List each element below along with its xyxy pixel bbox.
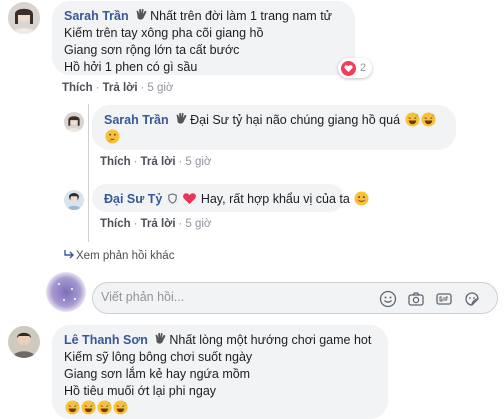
comment-actions: Thích · Trả lời · 5 giờ (62, 82, 174, 94)
grinning-sweat-emoji-icon (113, 400, 128, 415)
reply-bubble: Sarah Trần Đại Sư tỷ hại não chúng giang… (92, 105, 456, 150)
grinning-sweat-emoji-icon (420, 112, 436, 127)
avatar-le-thanh-son[interactable] (8, 326, 40, 358)
reply-composer[interactable] (92, 282, 498, 314)
reply-author[interactable]: Đại Sư Tỷ (104, 192, 162, 206)
sticker-icon[interactable] (463, 290, 481, 308)
comment-line: Nhất lòng một hướng chơi game hot (169, 333, 372, 347)
reply-link[interactable]: Trả lời (103, 82, 138, 94)
comment-line: Kiếm trên tay xông pha cõi giang hồ (64, 26, 264, 40)
like-link[interactable]: Thích (62, 82, 93, 94)
waving-hand-icon (153, 332, 167, 346)
timestamp[interactable]: 5 giờ (185, 218, 211, 230)
reply-text: Hay, rất hợp khẩu vị của ta (200, 192, 350, 206)
reply-input[interactable] (101, 290, 371, 304)
emoji-picker-icon[interactable] (379, 290, 397, 308)
waving-hand-icon (134, 8, 148, 22)
waving-hand-icon (174, 112, 188, 126)
gif-icon[interactable] (435, 290, 453, 308)
comment-author[interactable]: Sarah Trần (64, 9, 129, 23)
camera-icon[interactable] (407, 290, 425, 308)
grinning-sweat-emoji-icon (65, 400, 80, 415)
timestamp[interactable]: 5 giờ (185, 156, 211, 168)
reply-actions: Thích · Trả lời · 5 giờ (100, 218, 212, 230)
like-link[interactable]: Thích (100, 218, 131, 230)
thread-line (88, 104, 89, 242)
reply-text: Đại Sư tỷ hại não chúng giang hồ quá (190, 113, 401, 127)
grinning-sweat-emoji-icon (81, 400, 96, 415)
thinking-emoji-icon (105, 129, 120, 144)
reply-link[interactable]: Trả lời (141, 156, 176, 168)
comment-bubble: Sarah Trần Nhất trên đời làm 1 trang nam… (52, 1, 355, 75)
comment-author[interactable]: Lê Thanh Sơn (64, 333, 148, 347)
avatar-sarah-reply[interactable] (64, 112, 84, 132)
reaction-summary[interactable]: 2 (338, 58, 373, 78)
reply-bubble: Đại Sư Tỷ Hay, rất hợp khẩu vị của ta (92, 184, 369, 212)
reply-actions: Thích · Trả lời · 5 giờ (100, 156, 212, 168)
comment-line: Hồ tiêu muối ớt lại phi ngay (64, 384, 217, 398)
heart-icon (341, 60, 356, 76)
comment-line: Nhất trên đời làm 1 trang nam tử (150, 9, 333, 23)
comment-line: Giang sơn lắm kẻ hay ngứa mồm (64, 367, 251, 381)
heart-icon (182, 191, 197, 206)
grinning-sweat-emoji-icon (404, 112, 420, 127)
comment-line: Hồ hởi 1 phen có gì sầu (64, 60, 198, 74)
my-avatar (44, 270, 88, 314)
smiling-emoji-icon (354, 191, 369, 206)
avatar-sarah[interactable] (8, 2, 40, 34)
shield-icon (167, 192, 178, 204)
comment-bubble: Lê Thanh Sơn Nhất lòng một hướng chơi ga… (52, 325, 388, 419)
reaction-count: 2 (360, 62, 367, 74)
reply-arrow-icon (64, 249, 76, 262)
view-more-label[interactable]: Xem phản hồi khác (76, 250, 174, 262)
reply-link[interactable]: Trả lời (141, 218, 176, 230)
comment-line: Giang sơn rộng lớn ta cất bước (64, 43, 240, 57)
comment-line: Kiếm sỹ lông bông chơi suốt ngày (64, 350, 253, 364)
reply-author[interactable]: Sarah Trần (104, 113, 169, 127)
view-more-replies[interactable]: Xem phản hồi khác (64, 249, 174, 262)
like-link[interactable]: Thích (100, 156, 131, 168)
timestamp[interactable]: 5 giờ (147, 82, 173, 94)
avatar-dai-su-ty[interactable] (64, 190, 84, 210)
grinning-sweat-emoji-icon (97, 400, 112, 415)
